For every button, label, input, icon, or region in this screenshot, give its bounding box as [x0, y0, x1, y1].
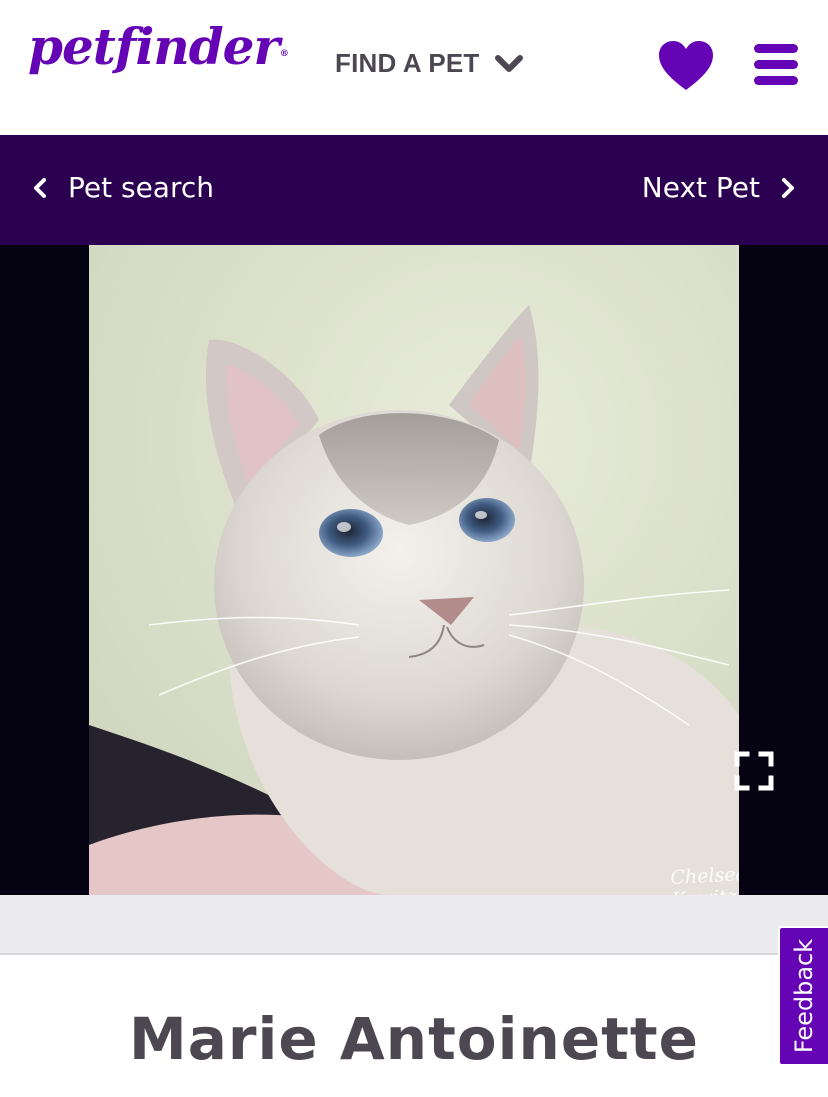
main-menu-button[interactable] [752, 42, 800, 88]
pet-name-heading: Marie Antoinette [129, 1005, 699, 1073]
hamburger-menu-icon [754, 44, 798, 85]
next-pet-link[interactable]: Next Pet [642, 171, 796, 204]
pet-search-label: Pet search [68, 171, 215, 204]
logo-text: petfinder [28, 17, 280, 76]
favorites-button[interactable] [657, 40, 715, 92]
pet-search-back-link[interactable]: Pet search [32, 171, 214, 204]
chevron-right-icon [782, 177, 794, 198]
feedback-label: Feedback [790, 938, 819, 1054]
find-a-pet-label: FIND A PET [335, 48, 480, 78]
feedback-tab[interactable]: Feedback [778, 926, 828, 1066]
petfinder-logo[interactable]: petfinder® [28, 22, 289, 72]
fullscreen-icon [734, 751, 774, 791]
next-pet-label: Next Pet [641, 171, 760, 204]
heart-icon [659, 41, 713, 90]
find-a-pet-dropdown[interactable]: FIND A PET [335, 48, 524, 79]
photo-watermark: Chelsea Kowitz [669, 863, 739, 895]
pet-navigation-bar: Pet search Next Pet [0, 135, 828, 245]
photo-thumbnail-strip [0, 895, 828, 955]
cat-photo-image [89, 245, 739, 895]
pet-photo[interactable]: Chelsea Kowitz [89, 245, 739, 895]
logo-registered-mark: ® [279, 49, 289, 59]
fullscreen-button[interactable] [733, 750, 775, 792]
chevron-left-icon [34, 177, 46, 198]
chevron-down-icon [494, 54, 523, 72]
pet-photo-carousel: Chelsea Kowitz [0, 245, 828, 895]
site-header: petfinder® FIND A PET [0, 0, 828, 135]
